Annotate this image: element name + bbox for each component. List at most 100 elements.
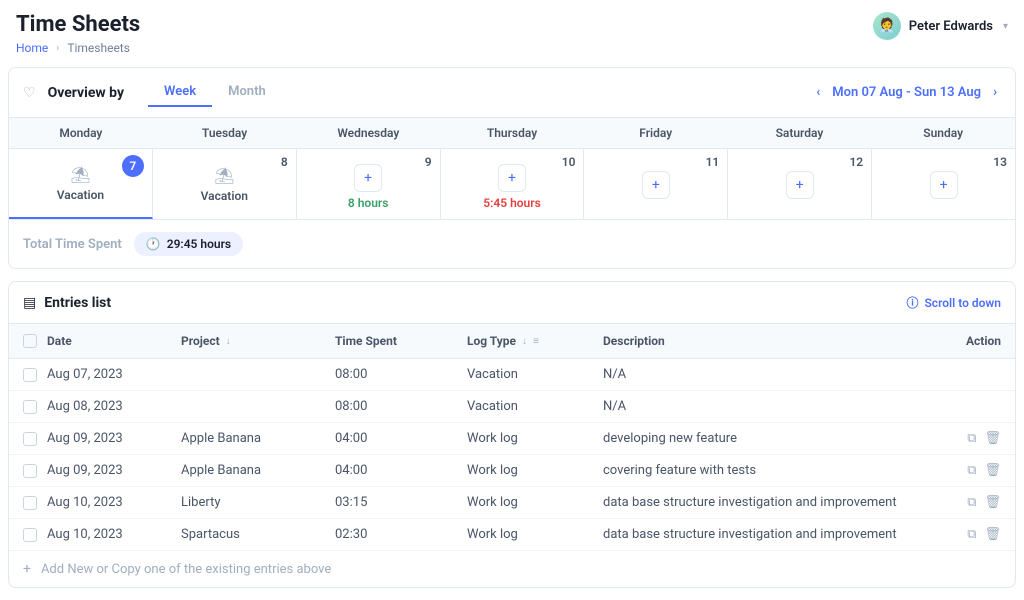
- col-action: Action: [941, 334, 1001, 348]
- copy-icon[interactable]: ⧉: [967, 463, 976, 478]
- add-entry-row[interactable]: + Add New or Copy one of the existing en…: [9, 551, 1015, 587]
- add-time-button[interactable]: +: [498, 164, 526, 192]
- cell-date: Aug 10, 2023: [47, 495, 181, 510]
- cell-log: Work log: [467, 431, 603, 446]
- day-head: Wednesday: [296, 118, 440, 148]
- cell-date: Aug 08, 2023: [47, 399, 181, 414]
- add-time-button[interactable]: +: [786, 171, 814, 199]
- day-cell[interactable]: 11+: [584, 149, 728, 219]
- avatar: 🧑‍💼: [873, 12, 901, 40]
- row-checkbox[interactable]: [23, 496, 37, 510]
- row-checkbox[interactable]: [23, 464, 37, 478]
- trash-icon[interactable]: 🗑: [984, 431, 1001, 446]
- cell-log: Vacation: [467, 399, 603, 414]
- col-desc[interactable]: Description: [603, 334, 941, 348]
- cell-date: Aug 07, 2023: [47, 367, 181, 382]
- chevron-down-icon: ▾: [1003, 21, 1008, 32]
- cell-date: Aug 09, 2023: [47, 431, 181, 446]
- user-name: Peter Edwards: [909, 19, 993, 34]
- day-head: Thursday: [440, 118, 584, 148]
- row-checkbox[interactable]: [23, 432, 37, 446]
- day-hours: 8 hours: [348, 196, 389, 210]
- add-time-button[interactable]: +: [930, 171, 958, 199]
- day-head: Friday: [584, 118, 728, 148]
- breadcrumb-home[interactable]: Home: [16, 41, 48, 55]
- page-title: Time Sheets: [16, 12, 140, 37]
- scroll-to-down-link[interactable]: ⓘ Scroll to down: [906, 294, 1001, 311]
- overview-tabs: Week Month: [148, 78, 282, 107]
- plus-icon: +: [23, 561, 31, 577]
- cell-description: developing new feature: [603, 431, 941, 446]
- cell-description: N/A: [603, 367, 941, 382]
- umbrella-icon: ⛱: [214, 166, 234, 185]
- chevron-right-icon: ›: [56, 43, 59, 54]
- day-number: 9: [425, 155, 432, 169]
- table-row: Aug 09, 2023Apple Banana04:00Work logdev…: [9, 423, 1015, 455]
- cell-date: Aug 09, 2023: [47, 463, 181, 478]
- trash-icon[interactable]: 🗑: [984, 495, 1001, 510]
- cell-log: Vacation: [467, 367, 603, 382]
- day-number: 10: [562, 155, 576, 169]
- heart-icon: ♡: [23, 85, 36, 101]
- day-cell[interactable]: 9 +8 hours: [297, 149, 441, 219]
- table-row: Aug 10, 2023Spartacus02:30Work logdata b…: [9, 519, 1015, 551]
- overview-card: ♡ Overview by Week Month ‹ Mon 07 Aug - …: [8, 67, 1016, 269]
- info-icon: ⓘ: [906, 294, 918, 311]
- day-cell[interactable]: 8 ⛱ Vacation: [153, 149, 297, 219]
- table-row: Aug 10, 2023Liberty03:15Work logdata bas…: [9, 487, 1015, 519]
- col-date[interactable]: Date: [47, 334, 181, 348]
- clock-icon: 🕐: [146, 237, 161, 251]
- cell-time: 08:00: [335, 399, 467, 414]
- col-log[interactable]: Log Type ↓ ≡: [467, 334, 603, 348]
- day-cell[interactable]: 12 +: [728, 149, 872, 219]
- row-checkbox[interactable]: [23, 528, 37, 542]
- day-head: Saturday: [728, 118, 872, 148]
- day-head: Monday: [9, 118, 153, 148]
- row-checkbox[interactable]: [23, 400, 37, 414]
- user-menu[interactable]: 🧑‍💼 Peter Edwards ▾: [873, 12, 1008, 40]
- cell-time: 03:15: [335, 495, 467, 510]
- day-cell[interactable]: 7⛱Vacation: [9, 149, 153, 219]
- vacation-label: Vacation: [201, 189, 248, 203]
- col-project[interactable]: Project ↓: [181, 334, 335, 348]
- copy-icon[interactable]: ⧉: [967, 431, 976, 446]
- add-time-button[interactable]: +: [642, 171, 670, 199]
- trash-icon[interactable]: 🗑: [984, 463, 1001, 478]
- day-cell[interactable]: 13+: [872, 149, 1015, 219]
- cell-project: Apple Banana: [181, 431, 335, 446]
- add-time-button[interactable]: +: [354, 164, 382, 192]
- tab-month[interactable]: Month: [212, 78, 282, 107]
- col-time[interactable]: Time Spent: [335, 334, 467, 348]
- vacation-label: Vacation: [57, 188, 104, 202]
- row-checkbox[interactable]: [23, 368, 37, 382]
- day-head: Sunday: [871, 118, 1015, 148]
- sort-icon: ↓: [522, 336, 527, 347]
- day-number: 8: [281, 155, 288, 169]
- umbrella-icon: ⛱: [70, 165, 90, 184]
- filter-icon: ≡: [533, 336, 539, 347]
- day-head: Tuesday: [153, 118, 297, 148]
- cell-project: Liberty: [181, 495, 335, 510]
- day-cell[interactable]: 10 +5:45 hours: [441, 149, 585, 219]
- breadcrumb: Home › Timesheets: [16, 41, 140, 55]
- book-icon: ▤: [23, 295, 36, 311]
- copy-icon[interactable]: ⧉: [967, 495, 976, 510]
- breadcrumb-current: Timesheets: [67, 41, 130, 55]
- select-all-checkbox[interactable]: [23, 334, 37, 348]
- add-entry-hint: Add New or Copy one of the existing entr…: [41, 562, 331, 577]
- cell-description: data base structure investigation and im…: [603, 495, 941, 510]
- tab-week[interactable]: Week: [148, 78, 212, 107]
- day-number: 12: [849, 155, 863, 169]
- cell-log: Work log: [467, 495, 603, 510]
- date-range-picker: ‹ Mon 07 Aug - Sun 13 Aug ›: [812, 83, 1001, 102]
- prev-week-button[interactable]: ‹: [812, 83, 824, 102]
- cell-time: 04:00: [335, 463, 467, 478]
- total-time-label: Total Time Spent: [23, 237, 122, 252]
- cell-time: 08:00: [335, 367, 467, 382]
- total-time-value: 29:45 hours: [167, 237, 231, 251]
- overview-title: Overview by: [48, 85, 124, 101]
- day-hours: 5:45 hours: [483, 196, 541, 210]
- next-week-button[interactable]: ›: [989, 83, 1001, 102]
- cell-log: Work log: [467, 463, 603, 478]
- cell-description: N/A: [603, 399, 941, 414]
